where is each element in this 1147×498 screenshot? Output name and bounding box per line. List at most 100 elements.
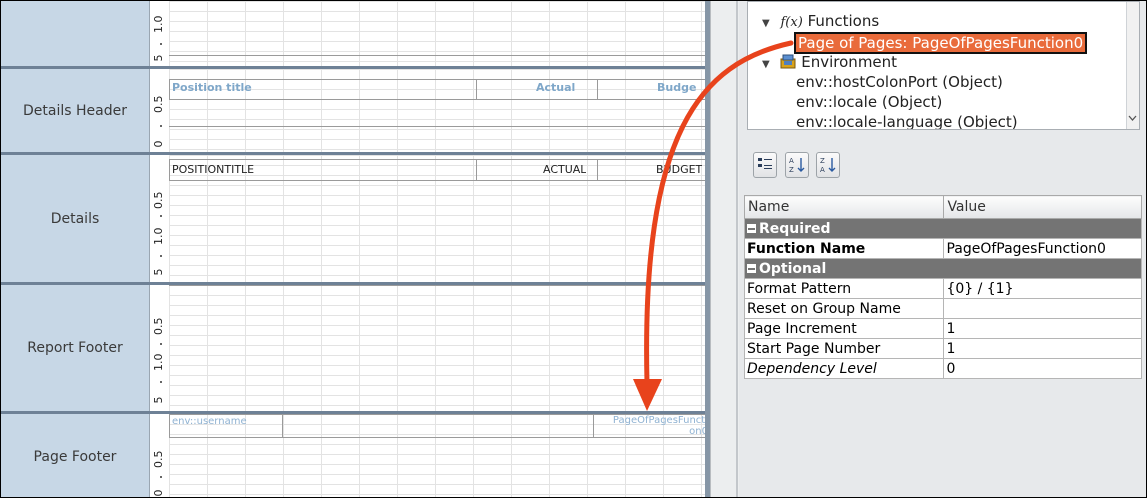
tree-label-page-of-pages[interactable]: Page of Pages: PageOfPagesFunction0 [793, 32, 1088, 54]
svg-text:Z: Z [789, 166, 794, 174]
band-canvas-report-footer[interactable] [169, 285, 705, 411]
property-name: Dependency Level [743, 358, 945, 379]
band-canvas-details[interactable]: POSITIONTITLE ACTUAL BUDGET [169, 155, 707, 282]
property-value[interactable]: 1 [943, 338, 1142, 359]
ruler-mark: 1.0 [152, 353, 165, 372]
band-label-report-footer[interactable]: Report Footer [1, 285, 149, 411]
sort-descending-button[interactable]: ZA [816, 152, 840, 178]
property-value[interactable]: 0 [943, 358, 1142, 379]
ruler-mark: 0.5 [152, 450, 165, 469]
property-row-dependency-level[interactable]: Dependency Level 0 [743, 358, 1142, 379]
tree-label-functions: Functions [807, 12, 880, 30]
svg-text:A: A [789, 157, 794, 165]
band-label-top[interactable] [1, 1, 149, 66]
header-field-position-title[interactable]: Position title [172, 81, 252, 94]
ruler-mark: 5 [152, 396, 165, 404]
property-name: Start Page Number [743, 338, 945, 359]
footer-field-page-function-line1[interactable]: PageOfPagesFuncti [596, 415, 708, 426]
band-label-details-header[interactable]: Details Header [1, 69, 149, 152]
panel-divider[interactable] [736, 1, 738, 497]
scroll-down-icon[interactable] [1128, 110, 1137, 126]
band-bottom-line [169, 55, 705, 56]
property-value[interactable] [943, 298, 1142, 319]
property-name: Reset on Group Name [743, 298, 945, 319]
ruler-mark: 5 [152, 54, 165, 62]
ruler-dot [160, 255, 162, 257]
property-name: Page Increment [743, 318, 945, 339]
expand-triangle-icon[interactable]: ▼ [762, 18, 770, 29]
footer-field-page-function-line2[interactable]: on0 [596, 426, 708, 437]
tree-scrollbar[interactable] [1126, 2, 1139, 129]
tree-node-env-host[interactable]: env::hostColonPort (Object) [796, 72, 1003, 92]
data-tree[interactable]: ▼ f(x) Functions Page of Pages: PageOfPa… [747, 1, 1140, 130]
detail-field-position-title[interactable]: POSITIONTITLE [172, 163, 254, 176]
header-field-actual[interactable]: Actual [536, 81, 575, 94]
column-header-value[interactable]: Value [943, 195, 1142, 219]
tree-node-env-locale[interactable]: env::locale (Object) [796, 92, 942, 112]
tree-row-cut [748, 1, 1128, 4]
sort-ascending-icon: AZ [789, 157, 805, 174]
header-field-budget[interactable]: Budge [657, 81, 696, 94]
sort-ascending-button[interactable]: AZ [785, 152, 809, 178]
property-value[interactable]: {0} / {1} [943, 278, 1142, 299]
tree-node-environment[interactable]: ▼ Environment [762, 52, 897, 72]
function-icon: f(x) [780, 15, 803, 30]
ruler-mark: 0.5 [152, 317, 165, 336]
cut-off-text-icon [748, 1, 1128, 4]
svg-text:A: A [820, 166, 825, 174]
tree-node-page-of-pages[interactable]: Page of Pages: PageOfPagesFunction0 [793, 32, 1088, 54]
ruler-band-top: 1.0 5 [149, 1, 170, 66]
group-row-required[interactable]: Required [744, 218, 1142, 239]
tree-label-env-host: env::hostColonPort (Object) [796, 73, 1003, 91]
categorized-view-button[interactable] [753, 152, 777, 178]
ruler-mark: 0 [152, 489, 165, 497]
svg-text:Z: Z [820, 157, 825, 165]
ruler-dot [160, 125, 162, 127]
ruler-dot [160, 215, 162, 217]
band-label-details[interactable]: Details [1, 155, 149, 282]
property-row-function-name[interactable]: Function Name PageOfPagesFunction0 [743, 238, 1142, 259]
collapse-icon[interactable] [747, 263, 756, 273]
ruler-details: 0.5 1.0 5 [149, 155, 170, 282]
property-row-format-pattern[interactable]: Format Pattern {0} / {1} [743, 278, 1142, 299]
footer-field-username[interactable]: env::username [172, 416, 247, 427]
property-row-page-increment[interactable]: Page Increment 1 [743, 318, 1142, 339]
property-name: Function Name [743, 238, 945, 259]
ruler-mark: 1.0 [152, 227, 165, 246]
tree-node-functions[interactable]: ▼ f(x) Functions [762, 11, 879, 31]
footer-cell-empty[interactable] [282, 414, 594, 438]
ruler-mark: 0.5 [152, 191, 165, 210]
detail-field-actual[interactable]: ACTUAL [543, 163, 586, 176]
categorized-icon [758, 158, 772, 169]
column-header-name[interactable]: Name [743, 195, 945, 219]
report-designer: 1.0 5 Details Header 0.5 0 Position titl… [1, 1, 710, 497]
tree-label-env-locale: env::locale (Object) [796, 93, 943, 111]
tree-node-env-locale-language[interactable]: env::locale-language (Object) [796, 112, 1018, 129]
band-canvas-details-header[interactable]: Position title Actual Budge [169, 69, 707, 152]
ruler-dot [160, 43, 162, 45]
group-label-required: Required [759, 220, 831, 237]
environment-icon [780, 54, 796, 69]
properties-header-row: Name Value [743, 195, 1142, 219]
app-window: 1.0 5 Details Header 0.5 0 Position titl… [0, 0, 1147, 498]
band-canvas-page-footer[interactable]: env::username PageOfPagesFuncti on0 [169, 414, 708, 497]
group-label-optional: Optional [759, 260, 827, 277]
property-row-start-page-number[interactable]: Start Page Number 1 [743, 338, 1142, 359]
property-name: Format Pattern [743, 278, 945, 299]
structure-panel: ▼ f(x) Functions Page of Pages: PageOfPa… [739, 1, 1146, 497]
band-top-line [169, 285, 705, 286]
ruler-report-footer: 0.5 1.0 5 [149, 285, 170, 411]
band-label-page-footer[interactable]: Page Footer [1, 414, 149, 497]
property-row-reset-on-group[interactable]: Reset on Group Name [743, 298, 1142, 319]
ruler-details-header: 0.5 0 [149, 69, 170, 152]
band-canvas-top[interactable] [169, 1, 705, 66]
detail-field-budget[interactable]: BUDGET [656, 163, 702, 176]
collapse-icon[interactable] [747, 223, 756, 233]
property-value[interactable]: PageOfPagesFunction0 [943, 238, 1142, 259]
group-row-optional[interactable]: Optional [744, 258, 1142, 279]
expand-triangle-icon[interactable]: ▼ [762, 59, 770, 70]
ruler-mark: 0.5 [152, 95, 165, 114]
property-value[interactable]: 1 [943, 318, 1142, 339]
ruler-mark: 5 [152, 268, 165, 276]
ruler-dot [160, 381, 162, 383]
